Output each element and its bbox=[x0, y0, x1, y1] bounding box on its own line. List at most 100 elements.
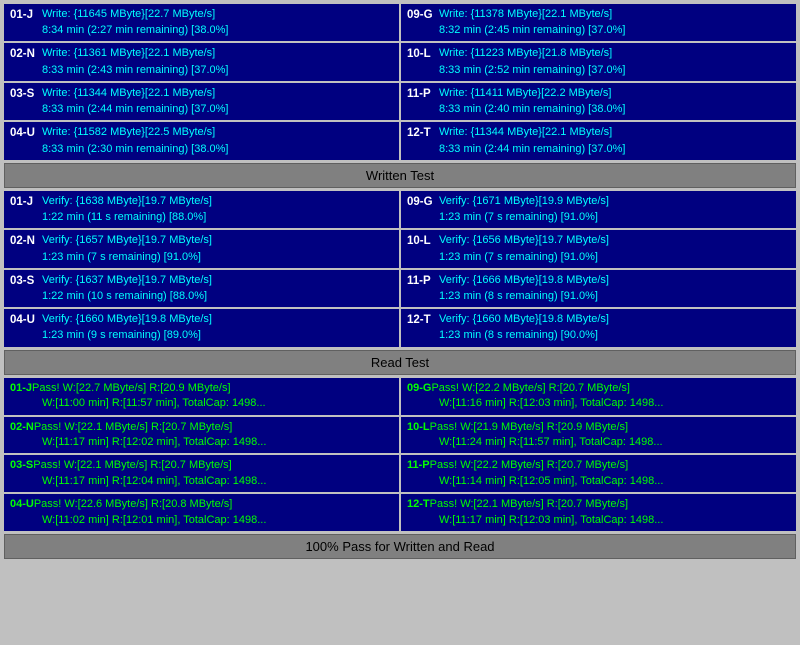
cell-row2: 01-J W:[11:00 min] R:[11:57 min], TotalC… bbox=[10, 396, 393, 411]
cell-row2: 1:23 min (8 s remaining) [91.0%] bbox=[407, 289, 790, 304]
cell-row: 10-L Write: {11223 MByte}[21.8 MByte/s] bbox=[407, 46, 790, 62]
cell-line1: Write: {11582 MByte}[22.5 MByte/s] bbox=[42, 125, 215, 140]
read-test-grid: 01-J Pass! W:[22.7 MByte/s] R:[20.9 MByt… bbox=[4, 378, 796, 531]
cell-row2: 09-G W:[11:16 min] R:[12:03 min], TotalC… bbox=[407, 396, 790, 411]
cell-row2: 8:34 min (2:27 min remaining) [38.0%] bbox=[10, 23, 393, 38]
cell-row: 01-J Write: {11645 MByte}[22.7 MByte/s] bbox=[10, 7, 393, 23]
read-test-section: 01-J Pass! W:[22.7 MByte/s] R:[20.9 MByt… bbox=[4, 378, 796, 531]
cell-id: 11-P bbox=[407, 273, 439, 289]
cell-line2: W:[11:24 min] R:[11:57 min], TotalCap: 1… bbox=[439, 435, 663, 450]
cell-line1: Verify: {1660 MByte}[19.8 MByte/s] bbox=[42, 312, 212, 327]
cell-line1: Verify: {1666 MByte}[19.8 MByte/s] bbox=[439, 273, 609, 288]
cell-id: 02-N bbox=[10, 233, 42, 249]
cell-id: 09-G bbox=[407, 194, 439, 210]
verify-test-grid: 01-J Verify: {1638 MByte}[19.7 MByte/s] … bbox=[4, 191, 796, 347]
cell-row2: 1:23 min (9 s remaining) [89.0%] bbox=[10, 328, 393, 343]
cell-row: 12-T Write: {11344 MByte}[22.1 MByte/s] bbox=[407, 125, 790, 141]
cell-row: 04-U Verify: {1660 MByte}[19.8 MByte/s] bbox=[10, 312, 393, 328]
pass-cell-left: 02-N Pass! W:[22.1 MByte/s] R:[20.7 MByt… bbox=[4, 417, 399, 454]
cell-id: 09-G bbox=[407, 7, 439, 23]
cell-row: 03-S Write: {11344 MByte}[22.1 MByte/s] bbox=[10, 86, 393, 102]
write-cell-right: 11-P Write: {11411 MByte}[22.2 MByte/s] … bbox=[401, 83, 796, 120]
cell-row2: 1:23 min (7 s remaining) [91.0%] bbox=[407, 210, 790, 225]
cell-line1: Pass! W:[22.1 MByte/s] R:[20.7 MByte/s] bbox=[430, 497, 628, 512]
pass-cell-right: 09-G Pass! W:[22.2 MByte/s] R:[20.7 MByt… bbox=[401, 378, 796, 415]
cell-line1: Pass! W:[22.6 MByte/s] R:[20.8 MByte/s] bbox=[34, 497, 232, 512]
cell-line1: Pass! W:[22.2 MByte/s] R:[20.7 MByte/s] bbox=[431, 381, 629, 396]
pass-cell-right: 11-P Pass! W:[22.2 MByte/s] R:[20.7 MByt… bbox=[401, 455, 796, 492]
cell-line2: 1:23 min (7 s remaining) [91.0%] bbox=[439, 250, 598, 265]
cell-id: 01-J bbox=[10, 194, 42, 210]
cell-line1: Verify: {1638 MByte}[19.7 MByte/s] bbox=[42, 194, 212, 209]
cell-row2: 8:33 min (2:44 min remaining) [37.0%] bbox=[10, 102, 393, 117]
cell-row2: 1:22 min (11 s remaining) [88.0%] bbox=[10, 210, 393, 225]
cell-row: 02-N Verify: {1657 MByte}[19.7 MByte/s] bbox=[10, 233, 393, 249]
cell-line2: 8:33 min (2:44 min remaining) [37.0%] bbox=[439, 142, 625, 157]
cell-line1: Verify: {1660 MByte}[19.8 MByte/s] bbox=[439, 312, 609, 327]
footer-status: 100% Pass for Written and Read bbox=[4, 534, 796, 559]
cell-id: 11-P bbox=[407, 86, 439, 102]
write-cell-left: 04-U Verify: {1660 MByte}[19.8 MByte/s] … bbox=[4, 309, 399, 346]
cell-line2: 8:33 min (2:52 min remaining) [37.0%] bbox=[439, 63, 625, 78]
cell-row: 12-T Pass! W:[22.1 MByte/s] R:[20.7 MByt… bbox=[407, 497, 790, 512]
write-cell-right: 10-L Write: {11223 MByte}[21.8 MByte/s] … bbox=[401, 43, 796, 80]
cell-line1: Verify: {1657 MByte}[19.7 MByte/s] bbox=[42, 233, 212, 248]
cell-line1: Write: {11344 MByte}[22.1 MByte/s] bbox=[439, 125, 612, 140]
write-cell-left: 03-S Write: {11344 MByte}[22.1 MByte/s] … bbox=[4, 83, 399, 120]
cell-id: 04-U bbox=[10, 312, 42, 328]
cell-row2: 8:33 min (2:44 min remaining) [37.0%] bbox=[407, 142, 790, 157]
write-test-section: 01-J Write: {11645 MByte}[22.7 MByte/s] … bbox=[4, 4, 796, 160]
cell-line2: W:[11:17 min] R:[12:03 min], TotalCap: 1… bbox=[439, 513, 663, 528]
cell-line1: Write: {11223 MByte}[21.8 MByte/s] bbox=[439, 46, 612, 61]
write-cell-right: 09-G Verify: {1671 MByte}[19.9 MByte/s] … bbox=[401, 191, 796, 228]
cell-line2: 1:22 min (10 s remaining) [88.0%] bbox=[42, 289, 207, 304]
cell-row: 09-G Verify: {1671 MByte}[19.9 MByte/s] bbox=[407, 194, 790, 210]
cell-line2: W:[11:02 min] R:[12:01 min], TotalCap: 1… bbox=[42, 513, 266, 528]
cell-row2: 8:32 min (2:45 min remaining) [37.0%] bbox=[407, 23, 790, 38]
cell-line2: 8:33 min (2:44 min remaining) [37.0%] bbox=[42, 102, 228, 117]
cell-row: 03-S Verify: {1637 MByte}[19.7 MByte/s] bbox=[10, 273, 393, 289]
main-container: 01-J Write: {11645 MByte}[22.7 MByte/s] … bbox=[0, 0, 800, 563]
cell-row: 01-J Pass! W:[22.7 MByte/s] R:[20.9 MByt… bbox=[10, 381, 393, 396]
write-cell-left: 04-U Write: {11582 MByte}[22.5 MByte/s] … bbox=[4, 122, 399, 159]
pass-cell-right: 10-L Pass! W:[21.9 MByte/s] R:[20.9 MByt… bbox=[401, 417, 796, 454]
cell-id: 03-S bbox=[10, 86, 42, 102]
cell-line1: Verify: {1671 MByte}[19.9 MByte/s] bbox=[439, 194, 609, 209]
write-cell-right: 11-P Verify: {1666 MByte}[19.8 MByte/s] … bbox=[401, 270, 796, 307]
cell-id: 03-S bbox=[10, 273, 42, 289]
cell-line2: 1:23 min (8 s remaining) [91.0%] bbox=[439, 289, 598, 304]
cell-line1: Verify: {1656 MByte}[19.7 MByte/s] bbox=[439, 233, 609, 248]
cell-row: 10-L Verify: {1656 MByte}[19.7 MByte/s] bbox=[407, 233, 790, 249]
cell-id: 02-N bbox=[10, 46, 42, 62]
cell-row2: 1:23 min (7 s remaining) [91.0%] bbox=[407, 250, 790, 265]
cell-line2: 8:32 min (2:45 min remaining) [37.0%] bbox=[439, 23, 625, 38]
cell-line2: W:[11:00 min] R:[11:57 min], TotalCap: 1… bbox=[42, 396, 266, 411]
write-cell-left: 03-S Verify: {1637 MByte}[19.7 MByte/s] … bbox=[4, 270, 399, 307]
read-test-header: Read Test bbox=[4, 350, 796, 375]
cell-line1: Pass! W:[22.1 MByte/s] R:[20.7 MByte/s] bbox=[34, 420, 232, 435]
cell-id: 04-U bbox=[10, 125, 42, 141]
cell-line2: W:[11:14 min] R:[12:05 min], TotalCap: 1… bbox=[439, 474, 663, 489]
cell-id: 04-U bbox=[10, 497, 34, 512]
cell-row2: 1:23 min (8 s remaining) [90.0%] bbox=[407, 328, 790, 343]
write-cell-right: 10-L Verify: {1656 MByte}[19.7 MByte/s] … bbox=[401, 230, 796, 267]
cell-row: 02-N Pass! W:[22.1 MByte/s] R:[20.7 MByt… bbox=[10, 420, 393, 435]
cell-row: 03-S Pass! W:[22.1 MByte/s] R:[20.7 MByt… bbox=[10, 458, 393, 473]
cell-line2: 1:22 min (11 s remaining) [88.0%] bbox=[42, 210, 206, 225]
cell-line1: Write: {11645 MByte}[22.7 MByte/s] bbox=[42, 7, 215, 22]
cell-row2: 03-S W:[11:17 min] R:[12:04 min], TotalC… bbox=[10, 474, 393, 489]
cell-line2: W:[11:17 min] R:[12:02 min], TotalCap: 1… bbox=[42, 435, 266, 450]
cell-line2: 1:23 min (7 s remaining) [91.0%] bbox=[42, 250, 201, 265]
cell-line2: 1:23 min (7 s remaining) [91.0%] bbox=[439, 210, 598, 225]
cell-id: 12-T bbox=[407, 312, 439, 328]
cell-id: 09-G bbox=[407, 381, 431, 396]
pass-cell-left: 03-S Pass! W:[22.1 MByte/s] R:[20.7 MByt… bbox=[4, 455, 399, 492]
written-test-header: Written Test bbox=[4, 163, 796, 188]
write-cell-right: 12-T Verify: {1660 MByte}[19.8 MByte/s] … bbox=[401, 309, 796, 346]
cell-row: 10-L Pass! W:[21.9 MByte/s] R:[20.9 MByt… bbox=[407, 420, 790, 435]
cell-row2: 8:33 min (2:52 min remaining) [37.0%] bbox=[407, 63, 790, 78]
write-cell-left: 01-J Write: {11645 MByte}[22.7 MByte/s] … bbox=[4, 4, 399, 41]
cell-row: 09-G Write: {11378 MByte}[22.1 MByte/s] bbox=[407, 7, 790, 23]
cell-row: 02-N Write: {11361 MByte}[22.1 MByte/s] bbox=[10, 46, 393, 62]
write-cell-left: 02-N Write: {11361 MByte}[22.1 MByte/s] … bbox=[4, 43, 399, 80]
